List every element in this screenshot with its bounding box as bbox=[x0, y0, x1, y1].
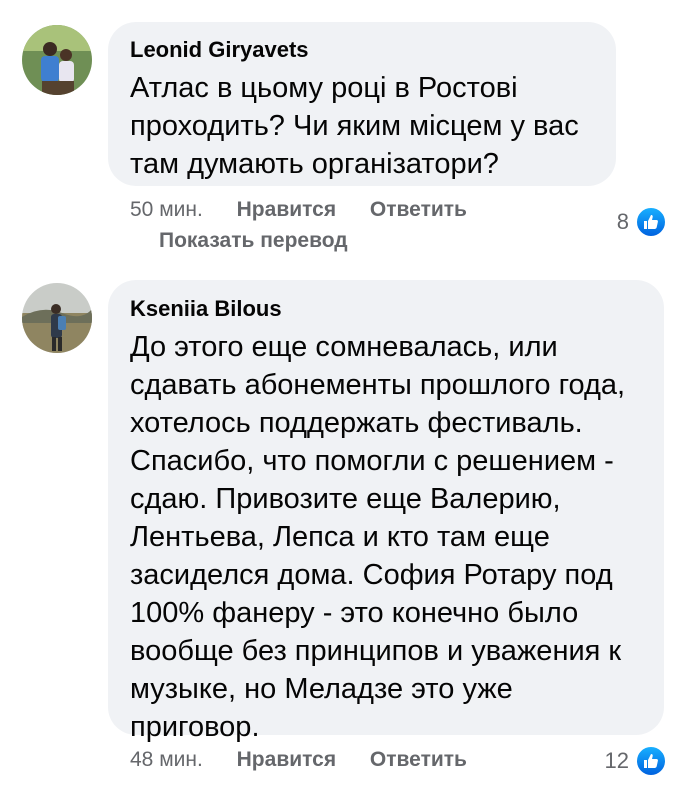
comment-author[interactable]: Leonid Giryavets bbox=[130, 37, 594, 63]
reply-button[interactable]: Ответить bbox=[370, 198, 467, 221]
show-translation-label: Показать перевод bbox=[159, 229, 348, 252]
like-thumb-icon bbox=[635, 745, 667, 777]
comment-timestamp[interactable]: 48 мин. bbox=[130, 748, 203, 771]
comment-actions: 48 мин. Нравится Ответить bbox=[130, 748, 467, 772]
reply-button[interactable]: Ответить bbox=[370, 748, 467, 771]
reaction-count[interactable]: 8 bbox=[617, 206, 667, 238]
like-button[interactable]: Нравится bbox=[237, 198, 336, 221]
avatar-kseniia[interactable] bbox=[22, 283, 92, 353]
avatar-photo bbox=[22, 283, 92, 353]
like-button[interactable]: Нравится bbox=[237, 748, 336, 771]
reaction-number: 8 bbox=[616, 209, 629, 234]
show-translation-link[interactable]: Показать перевод bbox=[159, 229, 348, 253]
avatar-photo bbox=[22, 25, 92, 95]
avatar-leonid[interactable] bbox=[22, 25, 92, 95]
comment-text: Атлас в цьому році в Ростові проходить? … bbox=[130, 72, 579, 180]
comment-author[interactable]: Kseniia Bilous bbox=[130, 296, 642, 322]
comment-text: До этого еще сомневалась, или сдавать аб… bbox=[130, 331, 626, 743]
reaction-number: 12 bbox=[604, 748, 629, 773]
reaction-count[interactable]: 12 bbox=[605, 745, 667, 777]
comment-timestamp[interactable]: 50 мин. bbox=[130, 198, 203, 221]
comment-bubble: Kseniia Bilous До этого еще сомневалась,… bbox=[108, 280, 664, 743]
comment-actions: 50 мин. Нравится Ответить bbox=[130, 198, 467, 222]
comment-bubble: Leonid Giryavets Атлас в цьому році в Ро… bbox=[108, 22, 616, 186]
like-thumb-icon bbox=[635, 206, 667, 238]
